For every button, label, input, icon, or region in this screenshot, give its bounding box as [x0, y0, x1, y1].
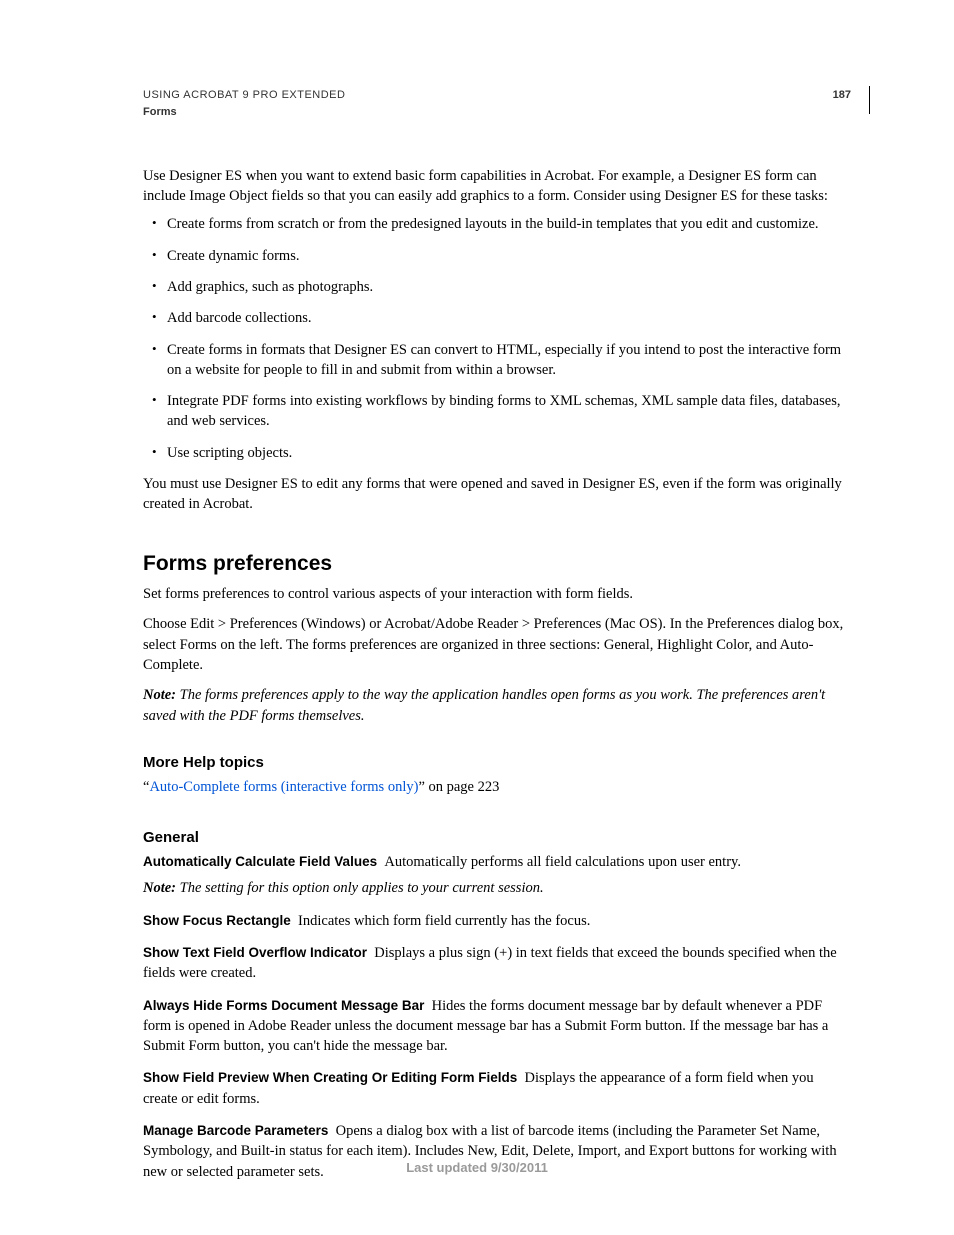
help-link-suffix: ” on page 223 [418, 779, 499, 795]
page-header: USING ACROBAT 9 PRO EXTENDED Forms 187 [143, 88, 846, 121]
list-item: Add barcode collections. [143, 308, 846, 328]
general-heading: General [143, 827, 846, 848]
more-help-line: “Auto-Complete forms (interactive forms … [143, 777, 846, 797]
section-paragraph: Choose Edit > Preferences (Windows) or A… [143, 614, 846, 675]
option-row: Always Hide Forms Document Message Bar H… [143, 996, 846, 1057]
page-container: USING ACROBAT 9 PRO EXTENDED Forms 187 U… [0, 0, 954, 1235]
option-label: Show Focus Rectangle [143, 913, 291, 928]
list-item: Create dynamic forms. [143, 246, 846, 266]
option-row: Show Text Field Overflow Indicator Displ… [143, 943, 846, 984]
after-bullets-paragraph: You must use Designer ES to edit any for… [143, 474, 846, 515]
more-help-heading: More Help topics [143, 752, 846, 773]
section-paragraph: Set forms preferences to control various… [143, 584, 846, 604]
option-row: Show Field Preview When Creating Or Edit… [143, 1068, 846, 1109]
option-row: Show Focus Rectangle Indicates which for… [143, 911, 846, 931]
task-list: Create forms from scratch or from the pr… [143, 214, 846, 463]
intro-paragraph: Use Designer ES when you want to extend … [143, 166, 846, 207]
section-heading-forms-preferences: Forms preferences [143, 549, 846, 578]
list-item: Use scripting objects. [143, 443, 846, 463]
option-desc: Indicates which form field currently has… [298, 913, 590, 929]
note-body: The setting for this option only applies… [180, 880, 544, 896]
option-label: Manage Barcode Parameters [143, 1123, 328, 1138]
option-label: Automatically Calculate Field Values [143, 854, 377, 869]
note-label: Note: [143, 687, 176, 703]
list-item: Add graphics, such as photographs. [143, 277, 846, 297]
page-number: 187 [833, 88, 851, 103]
option-label: Show Text Field Overflow Indicator [143, 945, 367, 960]
note-label: Note: [143, 880, 176, 896]
note-body: The forms preferences apply to the way t… [143, 687, 825, 723]
help-link[interactable]: Auto-Complete forms (interactive forms o… [149, 779, 418, 795]
header-subtitle: Forms [143, 105, 846, 120]
note-paragraph: Note: The setting for this option only a… [143, 878, 846, 898]
note-paragraph: Note: The forms preferences apply to the… [143, 685, 846, 726]
list-item: Create forms in formats that Designer ES… [143, 340, 846, 381]
option-label: Always Hide Forms Document Message Bar [143, 998, 424, 1013]
footer-updated: Last updated 9/30/2011 [0, 1159, 954, 1177]
option-label: Show Field Preview When Creating Or Edit… [143, 1070, 517, 1085]
header-title: USING ACROBAT 9 PRO EXTENDED [143, 88, 846, 103]
header-divider [869, 86, 870, 114]
list-item: Integrate PDF forms into existing workfl… [143, 391, 846, 432]
option-desc: Automatically performs all field calcula… [384, 854, 741, 870]
option-row: Automatically Calculate Field Values Aut… [143, 852, 846, 872]
list-item: Create forms from scratch or from the pr… [143, 214, 846, 234]
